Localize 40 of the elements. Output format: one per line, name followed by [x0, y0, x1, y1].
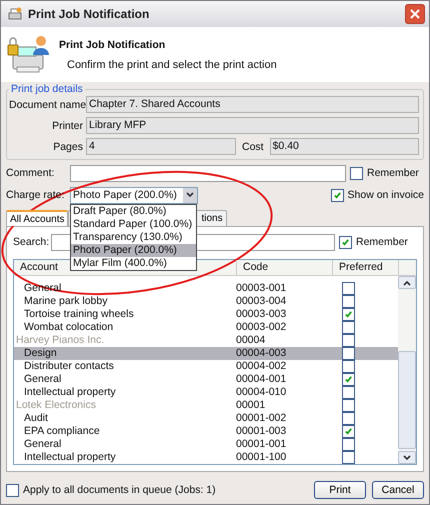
code-cell-text: 00004 — [235, 334, 266, 347]
account-cell-text: Intellectual property — [23, 451, 117, 464]
field-label: Cost — [241, 140, 265, 152]
readonly-field: 4 — [86, 138, 236, 155]
header-subtitle: Confirm the print and select the print action — [66, 58, 277, 70]
code-cell-text: 00001-003 — [235, 425, 288, 438]
code-cell-text: 00001 — [235, 399, 266, 412]
account-cell-text: Audit — [23, 412, 49, 425]
code-cell-text: 00003-003 — [235, 308, 288, 321]
code-cell-text: 00004-001 — [235, 373, 288, 386]
account-cell-text: Intellectual property — [23, 386, 117, 399]
account-cell-text: Tortoise training wheels — [23, 308, 135, 321]
account-cell-text: Marine park lobby — [23, 295, 108, 308]
group-legend: Print job details — [9, 83, 85, 95]
header-title: Print Job Notification — [59, 38, 166, 50]
account-cell-text: General — [23, 373, 62, 386]
code-cell-text: 00004-003 — [235, 347, 288, 360]
code-cell-text: 00001-001 — [235, 438, 288, 451]
account-cell-text: Lotek Electronics — [15, 399, 97, 412]
code-cell-text: 00004-010 — [235, 386, 288, 399]
account-cell-text: Wombat colocation — [23, 321, 114, 334]
window-title: Print Job Notification — [28, 7, 150, 21]
account-cell-text: EPA compliance — [23, 425, 101, 438]
code-cell-text: 00003-001 — [235, 282, 288, 295]
code-cell-text: 00001-002 — [235, 412, 288, 425]
code-cell-text: 00003-002 — [235, 321, 288, 334]
account-cell-text: Harvey Pianos Inc. — [15, 334, 106, 347]
account-cell-text: General — [23, 438, 62, 451]
code-cell-text: 00003-004 — [235, 295, 288, 308]
account-cell-text: Design — [23, 347, 58, 360]
field-label: Printer — [51, 120, 83, 132]
code-cell-text: 00004-002 — [235, 360, 288, 373]
comment-label: Comment: — [6, 167, 56, 179]
search-label: Search: — [13, 236, 47, 248]
readonly-field: Chapter 7. Shared Accounts — [86, 96, 419, 113]
readonly-field: Library MFP — [86, 117, 419, 134]
readonly-field: $0.40 — [270, 138, 419, 155]
account-cell-text: Distributer contacts — [23, 360, 115, 373]
field-label: Pages — [52, 140, 83, 152]
code-cell-text: 00001-100 — [235, 451, 288, 464]
